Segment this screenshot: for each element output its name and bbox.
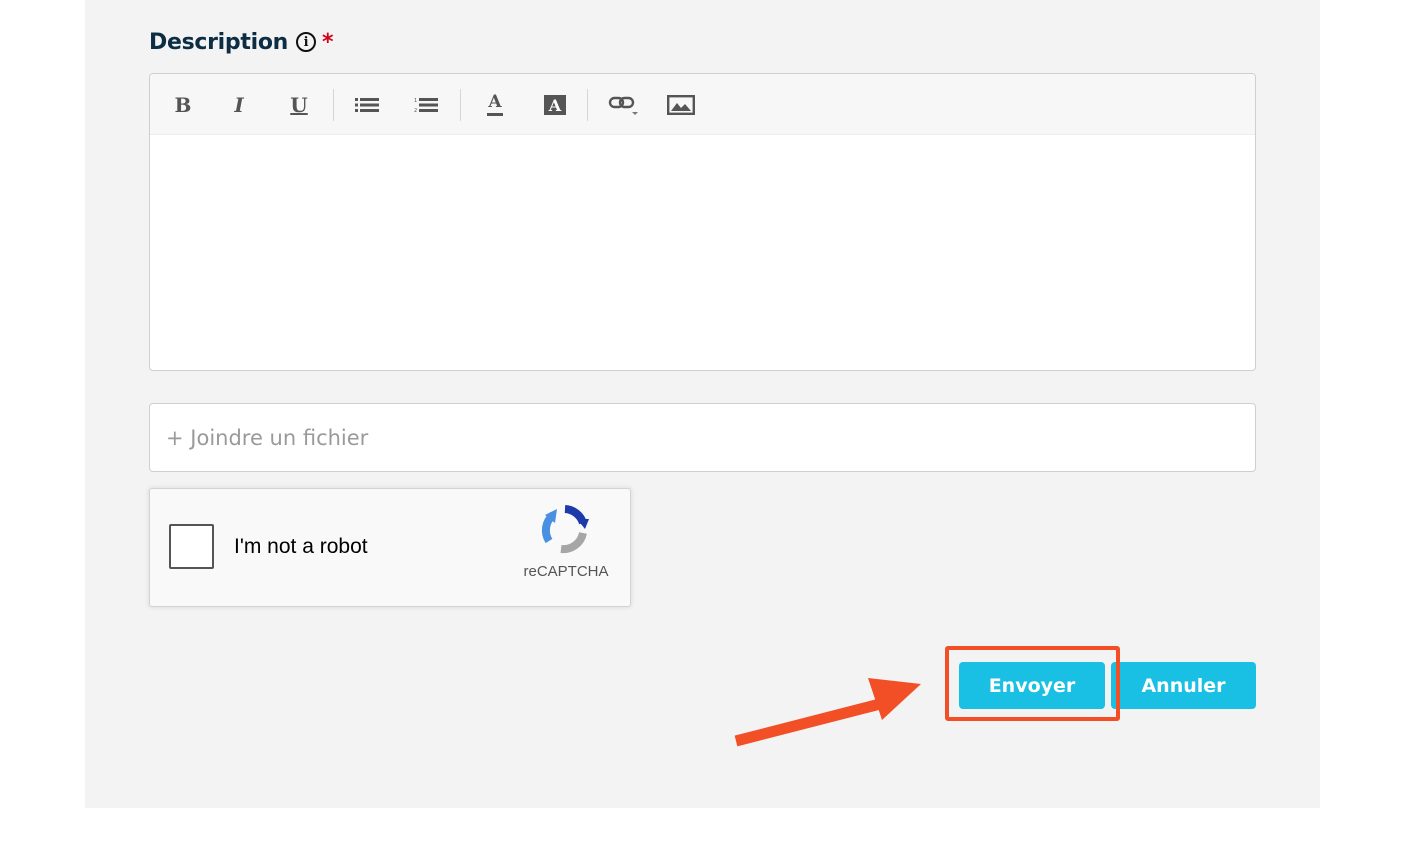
text-color-icon: A	[487, 94, 503, 116]
info-icon[interactable]: i	[296, 32, 316, 52]
link-icon	[608, 96, 638, 115]
svg-text:2: 2	[414, 108, 417, 113]
italic-button[interactable]: I	[223, 90, 255, 120]
text-color-button[interactable]: A	[479, 90, 511, 120]
highlight-box	[945, 646, 1120, 721]
background-color-icon: A	[544, 95, 566, 115]
editor-content-area[interactable]	[150, 135, 1255, 370]
svg-text:1: 1	[414, 98, 417, 104]
description-label-text: Description	[149, 29, 288, 55]
required-marker: *	[322, 29, 334, 55]
text-color-glyph: A	[488, 92, 502, 112]
editor-toolbar: B I U 1 2 A A	[150, 74, 1255, 135]
underline-button[interactable]: U	[283, 90, 315, 120]
image-button[interactable]	[665, 90, 697, 120]
toolbar-divider	[333, 89, 334, 121]
toolbar-divider	[587, 89, 588, 121]
description-label: Description i *	[149, 27, 334, 57]
pointer-arrow-icon	[734, 678, 921, 747]
toolbar-divider	[460, 89, 461, 121]
recaptcha-logo-icon	[541, 505, 589, 554]
cancel-button[interactable]: Annuler	[1111, 662, 1256, 709]
recaptcha-widget: I'm not a robot reCAPTCHA	[149, 488, 631, 607]
description-editor: B I U 1 2 A A	[149, 73, 1256, 371]
recaptcha-checkbox[interactable]	[169, 524, 214, 569]
attach-file-button[interactable]: + Joindre un fichier	[149, 403, 1256, 472]
text-color-bar	[487, 113, 503, 116]
recaptcha-brand: reCAPTCHA	[523, 563, 609, 580]
bullet-list-icon	[355, 98, 379, 112]
background-color-button[interactable]: A	[539, 90, 571, 120]
bullet-list-button[interactable]	[351, 90, 383, 120]
numbered-list-icon: 1 2	[414, 98, 438, 113]
numbered-list-button[interactable]: 1 2	[410, 90, 442, 120]
link-button[interactable]	[607, 90, 639, 120]
bold-button[interactable]: B	[167, 90, 199, 120]
image-icon	[667, 95, 695, 115]
recaptcha-label: I'm not a robot	[234, 535, 368, 558]
